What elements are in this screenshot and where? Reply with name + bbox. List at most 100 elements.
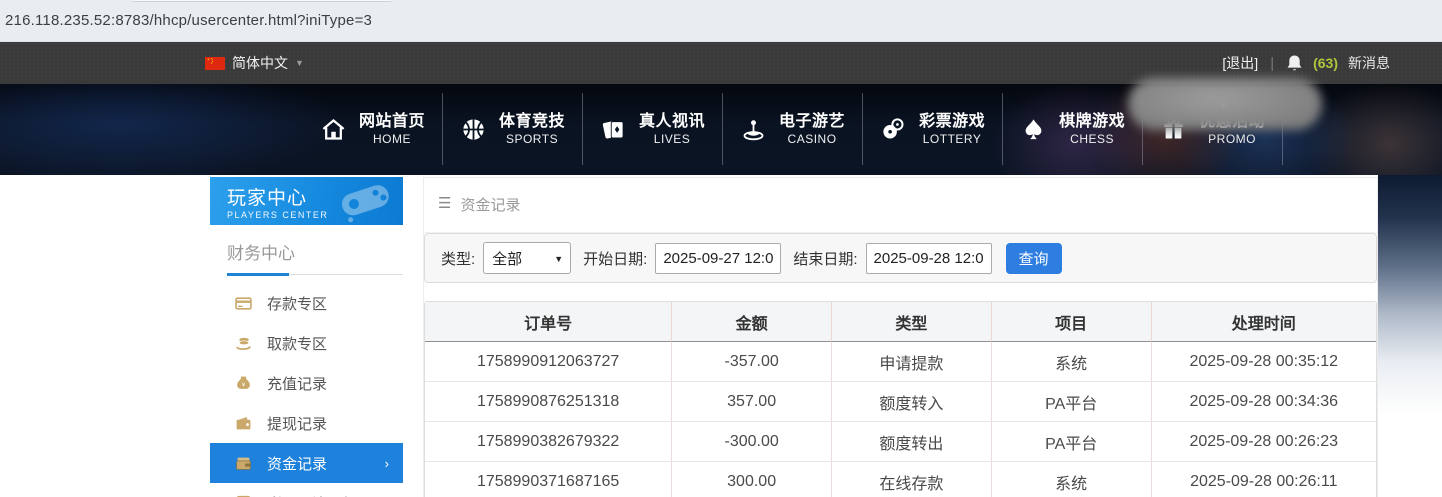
hamburger-icon: ☰ <box>438 194 451 212</box>
section-divider <box>227 274 403 275</box>
type-label: 类型: <box>441 248 475 269</box>
search-button[interactable]: 查询 <box>1006 243 1062 274</box>
nav-label-zh: 电子游艺 <box>779 112 845 132</box>
money-bag-icon: ¥ <box>235 375 252 392</box>
sidebar-section-title: 财务中心 <box>227 239 403 274</box>
type-select[interactable]: 全部 ▼ <box>483 242 571 274</box>
url-text[interactable]: 216.118.235.52:8783/hhcp/usercenter.html… <box>5 12 372 29</box>
cell-project: PA平台 <box>992 382 1152 422</box>
basketball-icon <box>460 116 487 143</box>
top-bar-right: [退出] | (63) 新消息 <box>1222 42 1390 84</box>
sidebar-header: 玩家中心 PLAYERS CENTER <box>210 177 403 225</box>
col-amount: 金额 <box>672 302 832 342</box>
cell-project: PA平台 <box>992 422 1152 462</box>
language-caret-icon: ▼ <box>295 58 304 68</box>
sidebar: 玩家中心 PLAYERS CENTER 财务中心 存款专区 <box>210 177 403 497</box>
user-menu-caret-icon[interactable]: ▼ <box>1219 101 1228 111</box>
filter-bar: 类型: 全部 ▼ 开始日期: 结束日期: 查询 <box>424 233 1377 283</box>
playing-cards-icon <box>600 116 627 143</box>
sidebar-item-lottery-bet-details[interactable]: 彩票下注明细 <box>210 483 403 497</box>
cell-type: 申请提款 <box>832 342 992 382</box>
cell-order-no: 1758990382679322 <box>425 422 672 462</box>
cell-amount: 357.00 <box>672 382 832 422</box>
nav-label-zh: 真人视讯 <box>639 112 705 132</box>
cell-process-time: 2025-09-28 00:34:36 <box>1152 382 1376 422</box>
cell-project: 系统 <box>992 462 1152 497</box>
language-selector[interactable]: 简体中文 ▼ <box>205 42 304 84</box>
lottery-balls-icon <box>880 116 907 143</box>
browser-tab-edge <box>133 0 391 2</box>
sidebar-item-withdraw-zone[interactable]: 取款专区 <box>210 323 403 363</box>
cell-process-time: 2025-09-28 00:26:11 <box>1152 462 1376 497</box>
nav-label-en: HOME <box>373 132 411 147</box>
sidebar-item-funds-records[interactable]: 资金记录 › <box>210 443 403 483</box>
col-process-time: 处理时间 <box>1152 302 1376 342</box>
nav-item-lottery[interactable]: 彩票游戏LOTTERY <box>863 93 1003 165</box>
top-bar: 简体中文 ▼ ▼ [退出] | (63) 新消息 <box>0 42 1442 84</box>
cell-type: 额度转入 <box>832 382 992 422</box>
funds-wallet-icon <box>235 455 252 472</box>
sidebar-section: 财务中心 <box>227 239 403 275</box>
content-panel: ☰ 资金记录 类型: 全部 ▼ 开始日期: 结束日期: 查询 订单号 <box>423 177 1378 497</box>
nav-item-chess[interactable]: 棋牌游戏CHESS <box>1003 93 1143 165</box>
nav-item-sports[interactable]: 体育竞技SPORTS <box>443 93 583 165</box>
cell-order-no: 1758990371687165 <box>425 462 672 497</box>
china-flag-icon <box>205 57 225 70</box>
start-date-input[interactable] <box>655 243 781 274</box>
wallet-out-icon <box>235 415 252 432</box>
sidebar-item-deposit-zone[interactable]: 存款专区 <box>210 283 403 323</box>
page: 216.118.235.52:8783/hhcp/usercenter.html… <box>0 0 1442 497</box>
table-row: 1758990382679322 -300.00 额度转出 PA平台 2025-… <box>425 422 1376 462</box>
sidebar-item-label: 取款专区 <box>267 333 327 354</box>
cell-project: 系统 <box>992 342 1152 382</box>
message-count[interactable]: (63) <box>1313 55 1338 71</box>
hand-coins-icon <box>235 335 252 352</box>
language-label: 简体中文 <box>232 53 288 73</box>
banner-fade <box>1378 175 1442 415</box>
cell-process-time: 2025-09-28 00:35:12 <box>1152 342 1376 382</box>
new-messages-link[interactable]: 新消息 <box>1348 53 1390 73</box>
nav-label-zh: 棋牌游戏 <box>1059 112 1125 132</box>
logout-link[interactable]: [退出] <box>1222 53 1258 73</box>
sidebar-item-recharge-records[interactable]: ¥ 充值记录 <box>210 363 403 403</box>
sidebar-item-withdrawal-records[interactable]: 提现记录 <box>210 403 403 443</box>
nav-label-zh: 体育竞技 <box>499 112 565 132</box>
nav-label-en: LOTTERY <box>923 132 982 147</box>
col-project: 项目 <box>992 302 1152 342</box>
nav-item-casino[interactable]: 电子游艺CASINO <box>723 93 863 165</box>
sidebar-item-label: 彩票下注明细 <box>267 493 357 497</box>
nav-label-zh: 网站首页 <box>359 112 425 132</box>
deposit-card-icon <box>235 295 252 312</box>
home-icon <box>320 116 347 143</box>
table-row: 1758990371687165 300.00 在线存款 系统 2025-09-… <box>425 462 1376 497</box>
nav-label-en: LIVES <box>654 132 691 147</box>
browser-url-bar[interactable]: 216.118.235.52:8783/hhcp/usercenter.html… <box>0 0 1442 42</box>
nav-label-en: SPORTS <box>506 132 558 147</box>
select-caret-icon: ▼ <box>554 254 563 264</box>
table-header-row: 订单号 金额 类型 项目 处理时间 <box>425 302 1376 342</box>
page-title: 资金记录 <box>460 194 520 215</box>
start-date-label: 开始日期: <box>583 248 647 269</box>
cell-type: 在线存款 <box>832 462 992 497</box>
nav-item-lives[interactable]: 真人视讯LIVES <box>583 93 723 165</box>
cell-amount: 300.00 <box>672 462 832 497</box>
funds-table: 订单号 金额 类型 项目 处理时间 1758990912063727 -357.… <box>424 301 1377 497</box>
nav-item-home[interactable]: 网站首页HOME <box>303 93 443 165</box>
nav-label-en: CHESS <box>1070 132 1114 147</box>
content-header: ☰ 资金记录 <box>424 178 1377 233</box>
sidebar-item-label: 充值记录 <box>267 373 327 394</box>
bell-icon[interactable] <box>1286 54 1303 73</box>
nav-label-en: PROMO <box>1208 132 1256 147</box>
end-date-label: 结束日期: <box>793 248 857 269</box>
col-order-no: 订单号 <box>425 302 672 342</box>
col-type: 类型 <box>832 302 992 342</box>
table-row: 1758990876251318 357.00 额度转入 PA平台 2025-0… <box>425 382 1376 422</box>
cell-order-no: 1758990876251318 <box>425 382 672 422</box>
sidebar-item-label: 资金记录 <box>267 453 327 474</box>
cell-order-no: 1758990912063727 <box>425 342 672 382</box>
sidebar-item-label: 存款专区 <box>267 293 327 314</box>
end-date-input[interactable] <box>866 243 992 274</box>
cell-process-time: 2025-09-28 00:26:23 <box>1152 422 1376 462</box>
sidebar-item-label: 提现记录 <box>267 413 327 434</box>
cell-amount: -357.00 <box>672 342 832 382</box>
